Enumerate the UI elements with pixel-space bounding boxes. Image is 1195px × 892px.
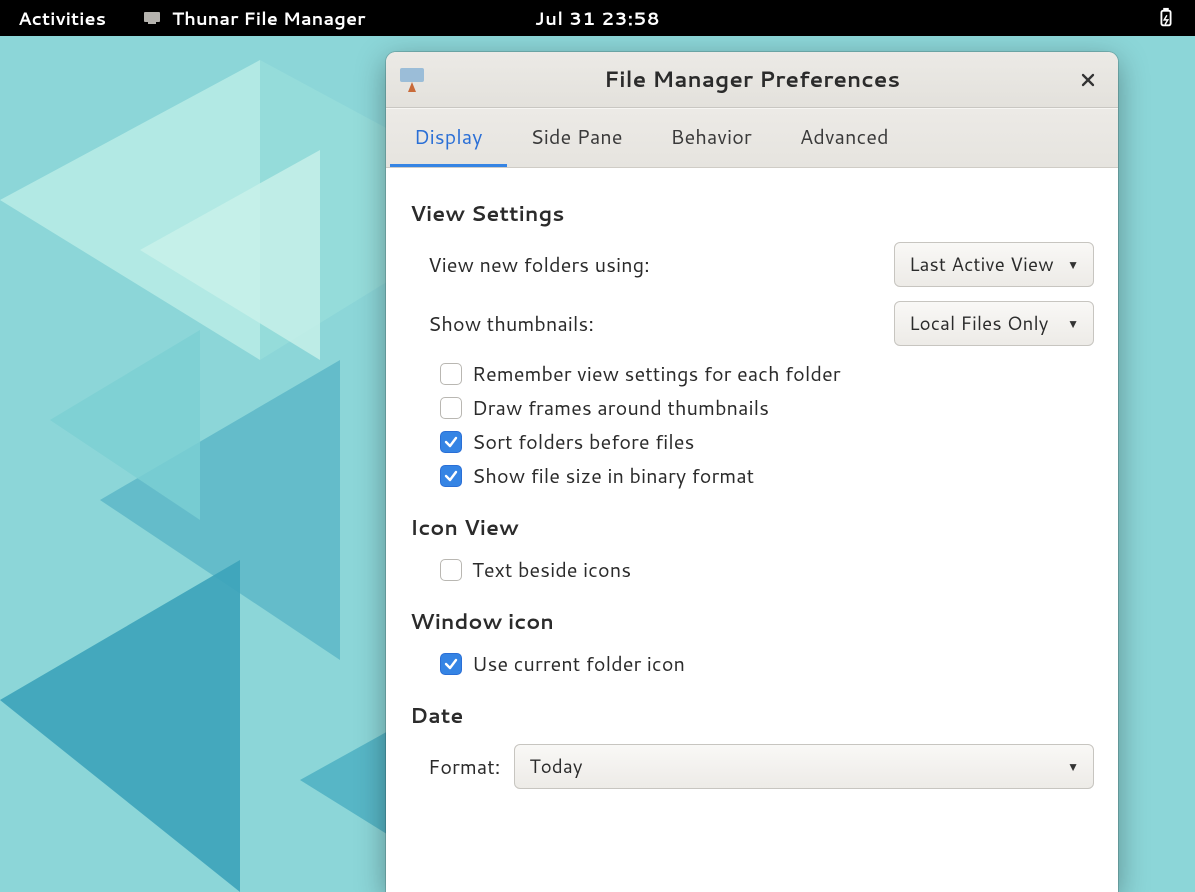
app-menu-label: Thunar File Manager	[172, 5, 365, 31]
show-thumbnails-label: Show thumbnails:	[410, 310, 594, 338]
checkbox-binary-size[interactable]	[440, 465, 462, 487]
section-icon-view-title: Icon View	[410, 512, 1094, 542]
status-area[interactable]	[1155, 7, 1177, 29]
preferences-content: View Settings View new folders using: La…	[386, 168, 1118, 892]
checkbox-use-folder-icon[interactable]	[440, 653, 462, 675]
show-thumbnails-value: Local Files Only	[909, 310, 1049, 337]
checkbox-use-folder-icon-label: Use current folder icon	[472, 650, 685, 678]
date-format-label: Format:	[428, 753, 500, 781]
close-button[interactable]	[1074, 66, 1102, 94]
checkbox-text-beside-icons[interactable]	[440, 559, 462, 581]
window-app-icon	[398, 66, 426, 94]
chevron-down-icon: ▼	[1067, 256, 1079, 273]
chevron-down-icon: ▼	[1067, 315, 1079, 332]
checkbox-binary-size-label: Show file size in binary format	[472, 462, 754, 490]
gnome-topbar: Activities Thunar File Manager Jul 31 23…	[0, 0, 1195, 36]
checkbox-remember-view[interactable]	[440, 363, 462, 385]
activities-button[interactable]: Activities	[18, 5, 106, 31]
preferences-window: File Manager Preferences Display Side Pa…	[386, 52, 1118, 892]
section-window-icon-title: Window icon	[410, 606, 1094, 636]
date-format-dropdown[interactable]: Today ▼	[514, 744, 1094, 789]
checkbox-draw-frames-label: Draw frames around thumbnails	[472, 394, 769, 422]
chevron-down-icon: ▼	[1067, 758, 1079, 775]
tab-side-pane[interactable]: Side Pane	[507, 109, 647, 167]
tab-bar: Display Side Pane Behavior Advanced	[386, 108, 1118, 168]
show-thumbnails-dropdown[interactable]: Local Files Only ▼	[894, 301, 1094, 346]
checkbox-sort-folders[interactable]	[440, 431, 462, 453]
checkbox-sort-folders-label: Sort folders before files	[472, 428, 694, 456]
section-date-title: Date	[410, 700, 1094, 730]
checkbox-text-beside-icons-label: Text beside icons	[472, 556, 631, 584]
view-new-folders-label: View new folders using:	[410, 251, 650, 279]
view-new-folders-dropdown[interactable]: Last Active View ▼	[894, 242, 1094, 287]
checkbox-draw-frames[interactable]	[440, 397, 462, 419]
clock[interactable]: Jul 31 23:58	[535, 5, 660, 31]
tab-display[interactable]: Display	[390, 109, 507, 167]
window-titlebar[interactable]: File Manager Preferences	[386, 52, 1118, 108]
app-menu[interactable]: Thunar File Manager	[142, 5, 365, 31]
battery-icon	[1155, 7, 1177, 29]
tab-behavior[interactable]: Behavior	[647, 109, 776, 167]
checkbox-remember-view-label: Remember view settings for each folder	[472, 360, 841, 388]
section-view-settings-title: View Settings	[410, 198, 1094, 228]
tab-advanced[interactable]: Advanced	[776, 109, 913, 167]
window-title: File Manager Preferences	[604, 64, 900, 95]
thunar-app-icon	[142, 8, 162, 28]
date-format-value: Today	[529, 753, 582, 780]
view-new-folders-value: Last Active View	[909, 251, 1054, 278]
